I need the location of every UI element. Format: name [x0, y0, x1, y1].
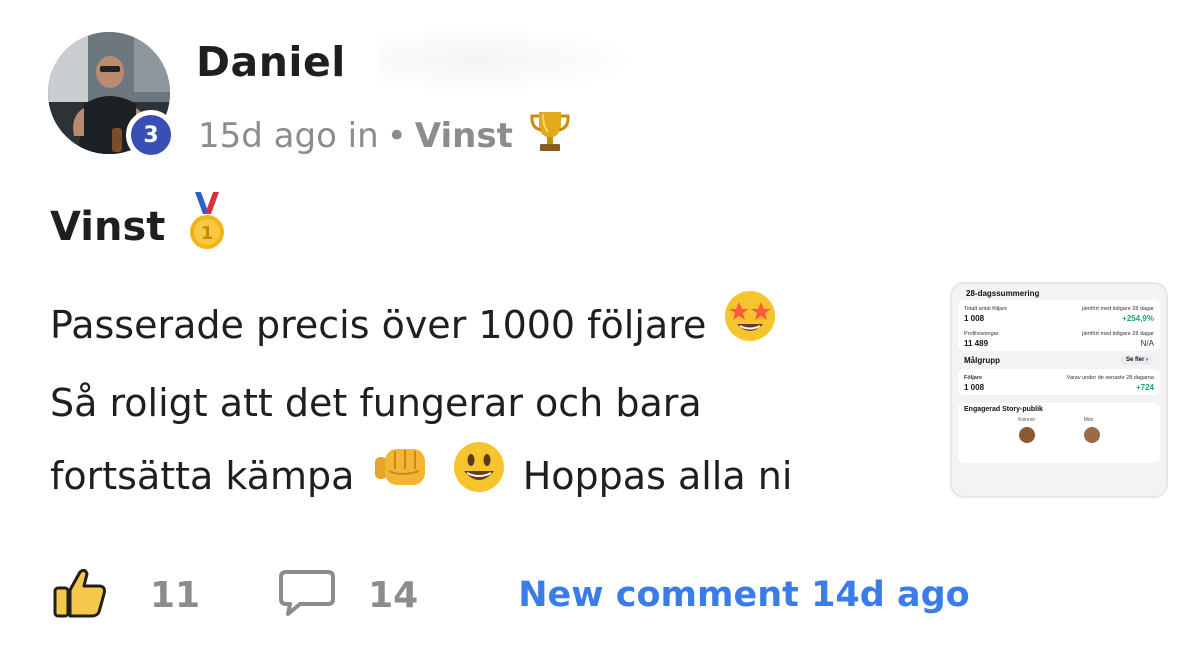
thumb-audience-title: Målgrupp	[964, 355, 1000, 365]
thumb-women-label: Kvinnor	[1018, 417, 1036, 423]
redacted-surname	[380, 32, 620, 88]
thumb-story-card: Engagerad Story-publik Kvinnor Män	[958, 403, 1160, 463]
post-card: 3 Daniel 15d ago in • Vinst Vinst 1 Pass…	[0, 0, 1200, 664]
thumb-compare-label: jämfört med tidigare 28 dagar	[1082, 306, 1154, 312]
fist-bump-emoji	[371, 441, 431, 516]
avatar-container[interactable]: 3	[48, 32, 176, 160]
grinning-face-emoji	[451, 439, 507, 518]
post-body-text: Passerade precis över 1000 följare	[50, 303, 707, 347]
thumb-see-more: Se fler ›	[1119, 355, 1154, 365]
post-time: 15d ago in	[198, 115, 379, 156]
thumb-total-followers-value: 1 008	[964, 314, 985, 323]
thumb-followers-label: Följare	[964, 375, 983, 381]
post-body-line: fortsätta kämpa Hoppas alla ni	[50, 439, 930, 518]
thumb-summary-card: Totalt antal följare jämfört med tidigar…	[958, 300, 1160, 351]
post-body-text: Hoppas alla ni	[522, 454, 793, 498]
post-body: Passerade precis över 1000 följare Så ro…	[50, 288, 930, 518]
thumb-followers-value: 1 008	[964, 383, 985, 392]
thumb-followers-change: +724	[1135, 383, 1154, 392]
thumb-summary-title: 28-dagssummering	[966, 289, 1040, 298]
first-place-medal-icon: 1	[187, 192, 227, 262]
thumb-audience-header: Målgrupp Se fler ›	[952, 351, 1166, 369]
meta-separator: •	[386, 115, 407, 156]
trophy-icon	[527, 108, 573, 163]
thumb-total-followers-change: +254,9%	[1122, 314, 1154, 323]
thumb-story-faces: Kvinnor Män	[964, 413, 1154, 443]
like-button[interactable]: 11	[52, 566, 200, 624]
post-title: Vinst 1	[50, 192, 227, 262]
post-meta: 15d ago in • Vinst	[198, 108, 573, 163]
svg-text:1: 1	[201, 223, 214, 244]
comment-icon[interactable]	[278, 568, 336, 622]
thumbs-up-icon[interactable]	[52, 566, 108, 624]
like-count: 11	[150, 574, 201, 616]
author-name[interactable]: Daniel	[196, 38, 346, 86]
comment-button[interactable]: 14	[200, 568, 418, 622]
thumb-total-followers-label: Totalt antal följare	[964, 306, 1008, 312]
man-face-icon	[1083, 427, 1100, 443]
post-body-line: Passerade precis över 1000 följare	[50, 288, 930, 367]
attachment-thumbnail[interactable]: 28-dagssummering Totalt antal följare jä…	[950, 282, 1168, 498]
thumb-profile-views-change: N/A	[1140, 339, 1154, 348]
thumb-compare-label: jämfört med tidigare 28 dagar	[1082, 331, 1154, 337]
category-link[interactable]: Vinst	[415, 116, 513, 156]
comment-count: 14	[368, 574, 419, 616]
post-body-line: Så roligt att det fungerar och bara	[50, 367, 930, 439]
post-body-text: fortsätta kämpa	[50, 454, 355, 498]
level-badge: 3	[126, 110, 176, 160]
post-title-text: Vinst	[50, 204, 166, 250]
thumb-followers-sub: Varav under de senaste 28 dagarna	[1066, 375, 1154, 381]
post-body-text: Så roligt att det fungerar och bara	[50, 381, 702, 425]
star-struck-emoji	[722, 288, 778, 367]
thumb-profile-views-label: Profilvisningar	[964, 331, 999, 337]
thumb-men-label: Män	[1083, 417, 1094, 423]
new-comment-link[interactable]: New comment 14d ago	[518, 575, 970, 615]
post-actions: 11 14 New comment 14d ago	[52, 566, 970, 624]
thumb-followers-card: Följare Varav under de senaste 28 dagarn…	[958, 369, 1160, 395]
woman-face-icon	[1018, 427, 1035, 443]
thumb-profile-views-value: 11 489	[964, 339, 989, 348]
thumb-story-title: Engagerad Story-publik	[964, 406, 1043, 413]
